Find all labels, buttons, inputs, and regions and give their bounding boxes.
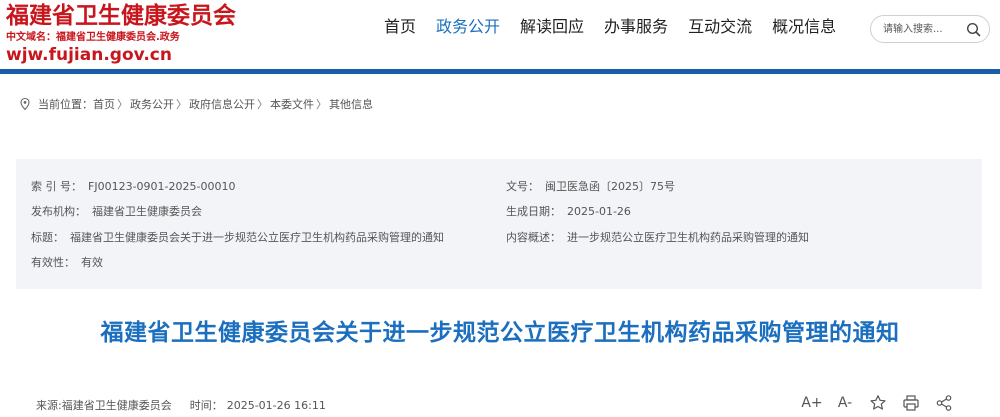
breadcrumb: 当前位置： 首页 〉 政务公开 〉 政府信息公开 〉 本委文件 〉 其他信息 [18, 96, 373, 112]
nav-item-services[interactable]: 办事服务 [594, 14, 678, 40]
meta-value: 闽卫医急函〔2025〕75号 [545, 180, 675, 193]
search-input[interactable] [883, 21, 965, 37]
favorite-star-icon[interactable] [868, 393, 888, 413]
document-title: 福建省卫生健康委员会关于进一步规范公立医疗卫生机构药品采购管理的通知 [100, 320, 900, 346]
meta-label: 文号： [506, 180, 539, 193]
meta-value: 福建省卫生健康委员会关于进一步规范公立医疗卫生机构药品采购管理的通知 [70, 231, 444, 244]
meta-label: 有效性： [31, 256, 75, 269]
font-smaller-button[interactable]: A- [835, 393, 855, 413]
main-nav: 首页 政务公开 解读回应 办事服务 互动交流 概况信息 [374, 14, 846, 40]
breadcrumb-separator: 〉 [257, 98, 268, 111]
print-icon[interactable] [901, 393, 921, 413]
breadcrumb-separator: 〉 [117, 98, 128, 111]
time-label: 时间： [189, 399, 223, 412]
meta-value: 进一步规范公立医疗卫生机构药品采购管理的通知 [567, 231, 809, 244]
nav-item-overview[interactable]: 概况信息 [762, 14, 846, 40]
meta-label: 生成日期： [506, 205, 561, 218]
document-info: 来源:福建省卫生健康委员会 时间： 2025-01-26 16:11 [36, 397, 326, 413]
meta-index-number: 索 引 号： FJ00123-0901-2025-00010 [31, 178, 235, 194]
article-tools: A+ A- [801, 393, 967, 413]
breadcrumb-government-affairs[interactable]: 政务公开 [130, 96, 174, 112]
meta-value: FJ00123-0901-2025-00010 [88, 180, 236, 193]
search-icon[interactable] [965, 21, 983, 39]
breadcrumb-info-disclosure[interactable]: 政府信息公开 [189, 96, 255, 112]
header-divider-bar [0, 69, 1000, 74]
nav-item-interpretation[interactable]: 解读回应 [510, 14, 594, 40]
share-icon[interactable] [934, 393, 954, 413]
meta-validity: 有效性： 有效 [31, 254, 103, 270]
breadcrumb-separator: 〉 [176, 98, 187, 111]
meta-label: 标题： [31, 231, 64, 244]
logo-cn-domain: 中文域名：福建省卫生健康委员会.政务 [6, 32, 180, 43]
logo-title: 福建省卫生健康委员会 [6, 2, 236, 29]
document-source: 来源:福建省卫生健康委员会 [36, 399, 172, 412]
breadcrumb-other-info[interactable]: 其他信息 [329, 96, 373, 112]
search-box [870, 15, 990, 43]
logo-url: wjw.fujian.gov.cn [6, 45, 172, 65]
site-logo[interactable]: 福建省卫生健康委员会 中文域名：福建省卫生健康委员会.政务 wjw.fujian… [6, 2, 236, 65]
meta-publisher: 发布机构： 福建省卫生健康委员会 [31, 203, 202, 219]
meta-label: 索 引 号： [31, 180, 82, 193]
meta-title: 标题： 福建省卫生健康委员会关于进一步规范公立医疗卫生机构药品采购管理的通知 [31, 229, 444, 245]
breadcrumb-home[interactable]: 首页 [93, 96, 115, 112]
nav-item-interaction[interactable]: 互动交流 [678, 14, 762, 40]
site-header: 福建省卫生健康委员会 中文域名：福建省卫生健康委员会.政务 wjw.fujian… [0, 0, 1000, 66]
meta-document-number: 文号： 闽卫医急函〔2025〕75号 [506, 178, 675, 194]
nav-item-home[interactable]: 首页 [374, 14, 426, 40]
document-meta-box: 索 引 号： FJ00123-0901-2025-00010 文号： 闽卫医急函〔2… [16, 159, 982, 289]
meta-summary: 内容概述： 进一步规范公立医疗卫生机构药品采购管理的通知 [506, 229, 809, 245]
meta-label: 内容概述： [506, 231, 561, 244]
breadcrumb-separator: 〉 [316, 98, 327, 111]
meta-value: 2025-01-26 [567, 205, 631, 218]
meta-label: 发布机构： [31, 205, 86, 218]
meta-generated-date: 生成日期： 2025-01-26 [506, 203, 631, 219]
time-value: 2025-01-26 16:11 [226, 399, 326, 412]
location-pin-icon [18, 97, 32, 111]
nav-item-government-affairs[interactable]: 政务公开 [426, 14, 510, 40]
document-time: 时间： 2025-01-26 16:11 [190, 397, 326, 413]
breadcrumb-committee-files[interactable]: 本委文件 [270, 96, 314, 112]
font-larger-button[interactable]: A+ [801, 393, 822, 413]
meta-value: 有效 [81, 256, 103, 269]
meta-value: 福建省卫生健康委员会 [92, 205, 202, 218]
breadcrumb-prefix: 当前位置： [38, 98, 93, 111]
